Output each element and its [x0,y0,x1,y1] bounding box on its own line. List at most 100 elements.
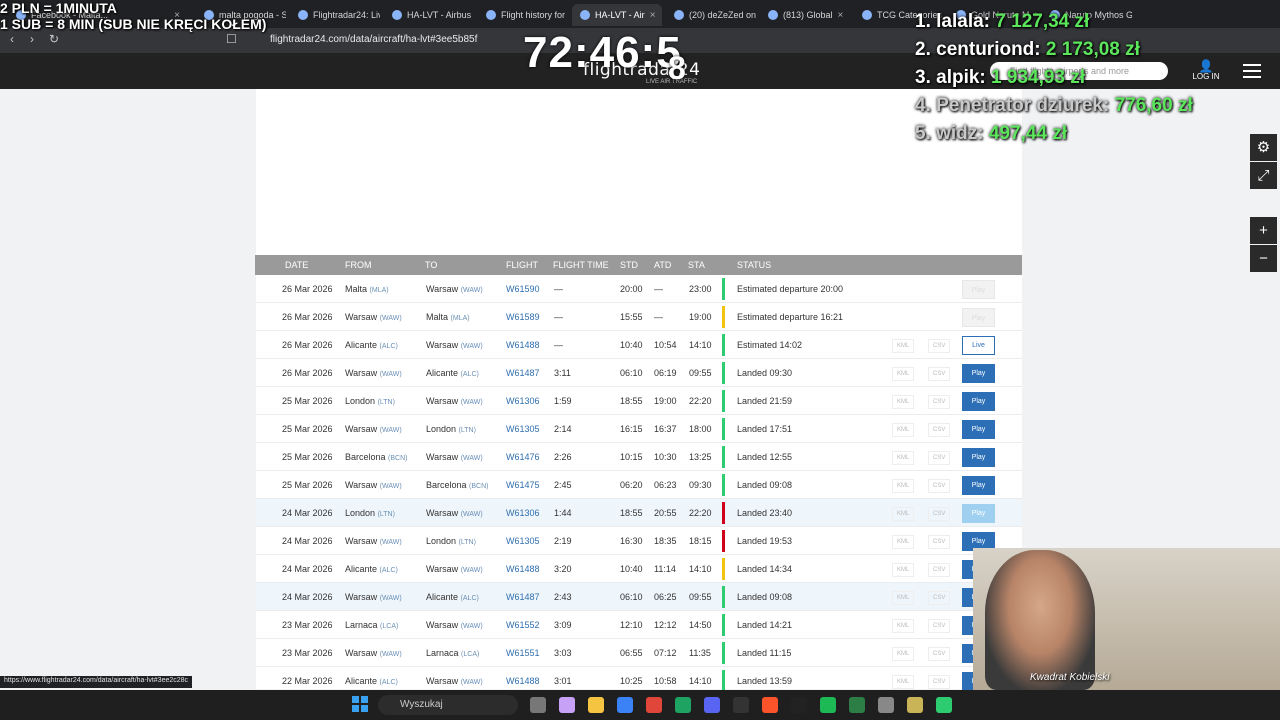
app-icon-2[interactable] [907,697,923,713]
table-row[interactable]: 23 Mar 2026 Larnaca (LCA) Warsaw (WAW) W615… [256,611,1022,639]
table-row[interactable]: 26 Mar 2026 Malta (MLA) Warsaw (WAW) W61590… [256,275,1022,303]
kml-download-button[interactable]: KML [892,535,915,549]
play-button[interactable]: Play [962,308,995,327]
kml-download-button[interactable]: KML [892,479,915,493]
kml-download-button[interactable]: KML [892,647,915,661]
reload-icon[interactable]: ↻ [49,32,59,46]
flight-number-link[interactable]: W61551 [506,648,540,658]
csv-download-button[interactable]: CSV [928,395,951,409]
csv-download-button[interactable]: CSV [928,479,951,493]
discord-icon[interactable] [704,697,720,713]
flight-number-link[interactable]: W61488 [506,676,540,686]
table-row[interactable]: 25 Mar 2026 London (LTN) Warsaw (WAW) W6130… [256,387,1022,415]
csv-download-button[interactable]: CSV [928,591,951,605]
csv-download-button[interactable]: CSV [928,451,951,465]
browser-tab[interactable]: Flight history for× [478,4,568,26]
flight-number-link[interactable]: W61305 [506,424,540,434]
taskbar-search-input[interactable]: Wyszukaj [378,695,518,715]
browser-tab[interactable]: Flightradar24: Liv× [290,4,380,26]
flight-number-link[interactable]: W61487 [506,592,540,602]
brave-icon[interactable] [646,697,662,713]
flight-number-link[interactable]: W61488 [506,340,540,350]
flight-number-link[interactable]: W61305 [506,536,540,546]
zoom-in-icon[interactable]: + [1250,217,1277,244]
csv-download-button[interactable]: CSV [928,535,951,549]
back-icon[interactable]: ‹ [10,32,14,46]
flight-number-link[interactable]: W61487 [506,368,540,378]
hamburger-menu-icon[interactable] [1243,64,1261,82]
play-button[interactable]: Play [962,392,995,411]
kml-download-button[interactable]: KML [892,507,915,521]
flight-number-link[interactable]: W61475 [506,480,540,490]
kml-download-button[interactable]: KML [892,619,915,633]
csv-download-button[interactable]: CSV [928,367,951,381]
settings-gear-icon[interactable]: ⚙ [1250,134,1277,161]
tab-favicon-icon [674,10,684,20]
flight-number-link[interactable]: W61306 [506,396,540,406]
play-button[interactable]: Play [962,504,995,523]
flight-number-link[interactable]: W61589 [506,312,540,322]
kml-download-button[interactable]: KML [892,563,915,577]
browser-tab[interactable]: HA-LVT - Air × [572,4,662,26]
csv-download-button[interactable]: CSV [928,647,951,661]
brave-alt-icon[interactable] [762,697,778,713]
csv-download-button[interactable]: CSV [928,675,951,689]
windows-start-icon[interactable] [352,696,368,712]
play-button[interactable]: Play [962,280,995,299]
copilot-icon[interactable] [559,697,575,713]
play-button[interactable]: Play [962,448,995,467]
spotify-icon[interactable] [820,697,836,713]
kml-download-button[interactable]: KML [892,451,915,465]
browser-tab[interactable]: HA-LVT - Airbus× [384,4,474,26]
browser-tab[interactable]: (20) deZeZed on× [666,4,756,26]
csv-download-button[interactable]: CSV [928,423,951,437]
flight-number-link[interactable]: W61552 [506,620,540,630]
table-row[interactable]: 24 Mar 2026 Warsaw (WAW) Alicante (ALC) W61… [256,583,1022,611]
table-row[interactable]: 25 Mar 2026 Warsaw (WAW) London (LTN) W6130… [256,415,1022,443]
app-icon[interactable] [878,697,894,713]
csv-download-button[interactable]: CSV [928,563,951,577]
browser-tab[interactable]: (813) Global × [760,4,850,26]
table-row[interactable]: 26 Mar 2026 Warsaw (WAW) Alicante (ALC) W61… [256,359,1022,387]
play-button[interactable]: Play [962,420,995,439]
tab-close-icon[interactable]: × [838,10,844,21]
flight-number-link[interactable]: W61590 [506,284,540,294]
steam-icon[interactable] [733,697,749,713]
kml-download-button[interactable]: KML [892,423,915,437]
kml-download-button[interactable]: KML [892,675,915,689]
csv-download-button[interactable]: CSV [928,507,951,521]
file-explorer-icon[interactable] [588,697,604,713]
kml-download-button[interactable]: KML [892,395,915,409]
flight-number-link[interactable]: W61306 [506,508,540,518]
kml-download-button[interactable]: KML [892,339,915,353]
flight-number-link[interactable]: W61476 [506,452,540,462]
login-button[interactable]: 👤 LOG IN [1190,60,1222,81]
forward-icon[interactable]: › [30,32,34,46]
table-row[interactable]: 23 Mar 2026 Warsaw (WAW) Larnaca (LCA) W615… [256,639,1022,667]
csv-download-button[interactable]: CSV [928,339,951,353]
app-icon-3[interactable] [936,697,952,713]
tab-close-icon[interactable]: × [650,10,656,21]
fullscreen-icon[interactable]: ⤢ [1250,162,1277,189]
table-row[interactable]: 25 Mar 2026 Barcelona (BCN) Warsaw (WAW) W6… [256,443,1022,471]
table-row[interactable]: 26 Mar 2026 Warsaw (WAW) Malta (MLA) W61589… [256,303,1022,331]
csv-download-button[interactable]: CSV [928,619,951,633]
task-view-icon[interactable] [530,697,546,713]
play-button[interactable]: Play [962,364,995,383]
table-row[interactable]: 25 Mar 2026 Warsaw (WAW) Barcelona (BCN) W6… [256,471,1022,499]
table-row[interactable]: 26 Mar 2026 Alicante (ALC) Warsaw (WAW) W61… [256,331,1022,359]
bookmark-icon[interactable]: ☐ [226,32,237,46]
chrome-icon[interactable] [675,697,691,713]
zoom-out-icon[interactable]: − [1250,245,1277,272]
play-button[interactable]: Play [962,476,995,495]
calculator-icon[interactable] [849,697,865,713]
kml-download-button[interactable]: KML [892,367,915,381]
table-row[interactable]: 24 Mar 2026 Warsaw (WAW) London (LTN) W6130… [256,527,1022,555]
store-icon[interactable] [617,697,633,713]
flight-number-link[interactable]: W61488 [506,564,540,574]
live-button[interactable]: Live [962,336,995,355]
kick-icon[interactable] [791,697,807,713]
table-row[interactable]: 24 Mar 2026 London (LTN) Warsaw (WAW) W6130… [256,499,1022,527]
table-row[interactable]: 24 Mar 2026 Alicante (ALC) Warsaw (WAW) W61… [256,555,1022,583]
kml-download-button[interactable]: KML [892,591,915,605]
